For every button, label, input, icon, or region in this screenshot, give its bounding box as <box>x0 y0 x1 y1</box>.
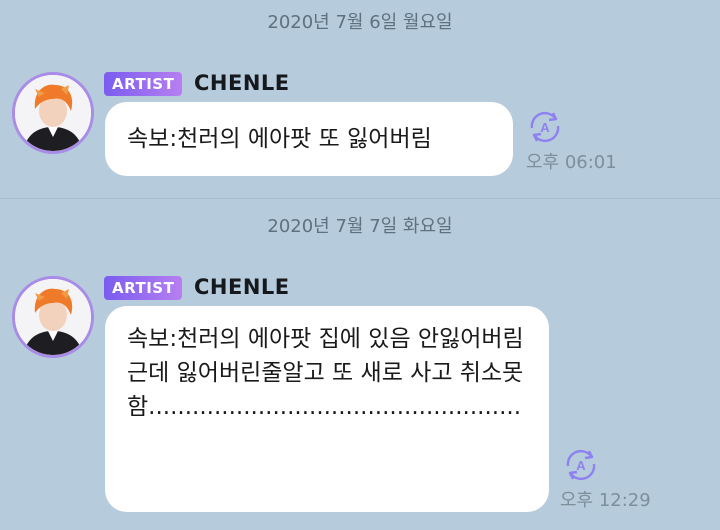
translate-icon[interactable]: A <box>560 444 602 486</box>
avatar-image <box>15 279 91 355</box>
translate-icon[interactable]: A <box>524 106 566 148</box>
sender-name[interactable]: CHENLE <box>194 71 290 95</box>
avatar[interactable] <box>12 276 94 358</box>
divider <box>0 198 720 199</box>
svg-text:A: A <box>540 120 550 135</box>
avatar[interactable] <box>12 72 94 154</box>
svg-text:A: A <box>576 458 586 473</box>
message-text: 속보:천러의 에아팟 또 잃어버림 <box>127 126 432 152</box>
message-text: 속보:천러의 에아팟 집에 있음 안잃어버림 근데 잃어버린줄알고 또 새로 사… <box>127 326 524 420</box>
message-bubble[interactable]: 속보:천러의 에아팟 집에 있음 안잃어버림 근데 잃어버린줄알고 또 새로 사… <box>105 306 549 512</box>
artist-badge: ARTIST <box>104 72 183 96</box>
date-separator: 2020년 7월 6일 월요일 <box>267 12 453 33</box>
avatar-image <box>15 75 91 151</box>
message-bubble[interactable]: 속보:천러의 에아팟 또 잃어버림 <box>105 102 513 176</box>
message-time: 오후 06:01 <box>526 152 617 173</box>
message-time: 오후 12:29 <box>560 490 651 511</box>
sender-name[interactable]: CHENLE <box>194 275 290 299</box>
artist-badge: ARTIST <box>104 276 183 300</box>
date-separator: 2020년 7월 7일 화요일 <box>267 216 453 237</box>
